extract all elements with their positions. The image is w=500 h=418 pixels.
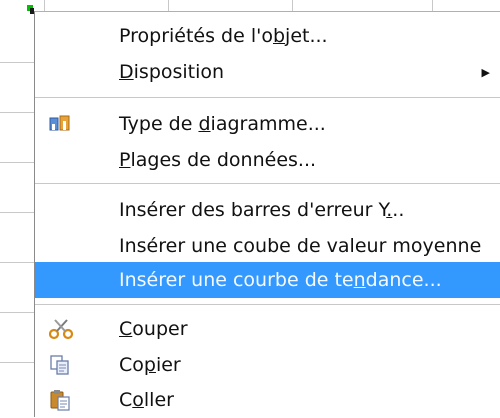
menu-item-data-ranges[interactable]: Plages de données... [35, 142, 500, 178]
mnemonic-char: D [119, 61, 134, 83]
chart-gridline [0, 312, 38, 313]
menu-item-label: Insérer une courbe de tendance... [119, 269, 442, 291]
copy-icon [49, 354, 71, 376]
menu-item-label: Copier [119, 354, 181, 376]
mnemonic-char: C [119, 318, 133, 340]
menu-item-label: Insérer une coube de valeur moyenne [119, 235, 482, 257]
chart-type-icon [49, 113, 71, 135]
menu-item-object-properties[interactable]: Propriétés de l'objet... [35, 18, 500, 54]
scissors-icon [48, 318, 74, 340]
menu-item-label: Type de diagramme... [119, 113, 326, 135]
menu-item-label: Disposition [119, 61, 225, 83]
chart-gridline [0, 262, 38, 263]
context-menu: Propriétés de l'objet... Disposition ▶ T… [34, 11, 500, 417]
menu-item-label: Couper [119, 318, 188, 340]
menu-item-cut[interactable]: Couper [35, 311, 500, 347]
chart-gridline [0, 212, 38, 213]
menu-separator [35, 304, 500, 305]
mnemonic-char: p [143, 354, 156, 376]
menu-item-insert-mean-value-line[interactable]: Insérer une coube de valeur moyenne [35, 228, 500, 264]
menu-separator [35, 183, 500, 184]
submenu-arrow-icon: ▶ [481, 65, 490, 79]
chart-gridline [0, 162, 38, 163]
chart-gridline [0, 362, 38, 363]
menu-item-paste[interactable]: Coller [35, 382, 500, 418]
menu-item-chart-type[interactable]: Type de diagramme... [35, 106, 500, 142]
menu-item-insert-error-bars[interactable]: Insérer des barres d'erreur Y... [35, 192, 500, 228]
mnemonic-char: n [353, 269, 366, 291]
menu-separator [35, 97, 500, 98]
mnemonic-char: P [119, 149, 131, 171]
menu-item-insert-trend-line[interactable]: Insérer une courbe de tendance... [35, 262, 500, 298]
menu-item-layout[interactable]: Disposition ▶ [35, 54, 500, 90]
menu-item-label: Insérer des barres d'erreur Y... [119, 199, 405, 221]
menu-item-label: Coller [119, 389, 174, 411]
chart-gridline [0, 62, 38, 63]
mnemonic-char: d [198, 113, 211, 135]
menu-item-label: Propriétés de l'objet... [119, 25, 328, 47]
menu-item-copy[interactable]: Copier [35, 347, 500, 383]
chart-gridline [0, 112, 38, 113]
paste-icon [49, 389, 71, 411]
mnemonic-char: o [132, 389, 144, 411]
mnemonic-char: b [272, 25, 286, 47]
mnemonic-char: . [386, 199, 393, 221]
menu-item-label: Plages de données... [119, 149, 317, 171]
